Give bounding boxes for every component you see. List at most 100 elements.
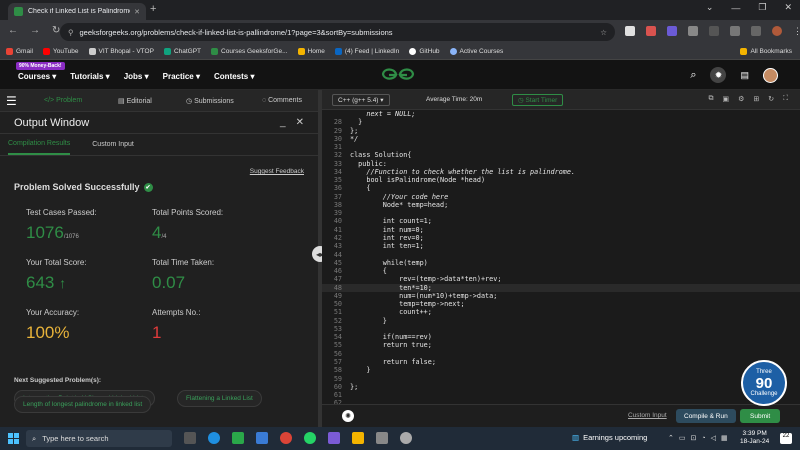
hamburger-menu-icon[interactable]: ☰ bbox=[6, 94, 17, 108]
site-info-icon[interactable]: ⚲ bbox=[68, 28, 74, 37]
close-tab-icon[interactable]: ✕ bbox=[134, 8, 140, 16]
fullscreen-icon[interactable]: ⛶ bbox=[783, 95, 788, 103]
bookmark-linkedin[interactable]: (4) Feed | LinkedIn bbox=[334, 48, 399, 55]
tab-comments[interactable]: ◌ Comments bbox=[262, 97, 302, 104]
chrome-icon[interactable] bbox=[280, 432, 292, 444]
code-line[interactable]: 35 bool isPalindrome(Node *head) bbox=[322, 176, 800, 184]
code-line[interactable]: 49 num=(num*10)+temp->data; bbox=[322, 292, 800, 300]
bookmark-active-courses[interactable]: Active Courses bbox=[449, 48, 503, 55]
code-line[interactable]: 29}; bbox=[322, 127, 800, 135]
battery-icon[interactable]: ▭ bbox=[679, 434, 686, 442]
minimize-icon[interactable]: — bbox=[731, 3, 740, 13]
code-line[interactable]: 30 */ bbox=[322, 135, 800, 143]
bookmark-star-icon[interactable]: ☆ bbox=[600, 28, 607, 37]
code-line[interactable]: 50 temp=temp->next; bbox=[322, 300, 800, 308]
reset-icon[interactable]: ↻ bbox=[768, 95, 774, 103]
volume-icon[interactable]: ◁ bbox=[711, 434, 716, 442]
keyboard-icon[interactable]: ▦ bbox=[721, 434, 728, 442]
vscode-icon[interactable] bbox=[328, 432, 340, 444]
code-line[interactable]: 51 count++; bbox=[322, 308, 800, 316]
menu-contests[interactable]: Contests ▾ bbox=[214, 72, 254, 81]
file-explorer-icon[interactable] bbox=[352, 432, 364, 444]
bookmark-chatgpt[interactable]: ChatGPT bbox=[163, 48, 201, 55]
bookmark-gfg-courses[interactable]: Courses GeeksforGe... bbox=[211, 48, 288, 55]
code-line[interactable]: 31 bbox=[322, 143, 800, 151]
extension-icon[interactable] bbox=[646, 26, 656, 36]
code-line[interactable]: 33 public: bbox=[322, 160, 800, 168]
weather-widget[interactable]: ▥ Earnings upcoming bbox=[572, 433, 647, 442]
avatar[interactable] bbox=[763, 67, 778, 83]
code-line[interactable]: 60}; bbox=[322, 383, 800, 391]
windows-start-icon[interactable] bbox=[8, 433, 19, 444]
code-line[interactable]: 61 bbox=[322, 391, 800, 399]
chevron-down-icon[interactable]: ⌄ bbox=[706, 2, 714, 13]
challenge-badge[interactable]: Three 90 Challenge bbox=[741, 360, 787, 406]
all-bookmarks[interactable]: All Bookmarks bbox=[740, 48, 792, 55]
bookmark-github[interactable]: GitHub bbox=[409, 48, 440, 55]
menu-courses[interactable]: Courses ▾ bbox=[18, 72, 56, 81]
forward-icon[interactable]: → bbox=[30, 25, 40, 36]
bookmark-gmail[interactable]: Gmail bbox=[6, 48, 33, 55]
tab-problem[interactable]: </> Problem bbox=[44, 97, 82, 104]
code-line[interactable]: 45 while(temp) bbox=[322, 259, 800, 267]
code-line[interactable]: 56 bbox=[322, 350, 800, 358]
maximize-icon[interactable]: ❐ bbox=[758, 2, 766, 13]
puzzle-icon[interactable] bbox=[688, 26, 698, 36]
menu-jobs[interactable]: Jobs ▾ bbox=[124, 72, 149, 81]
code-line[interactable]: 53 bbox=[322, 325, 800, 333]
code-area[interactable]: next = NULL; 28 } 29}; 30 */31 32 class Soluti… bbox=[322, 110, 800, 404]
expand-icon[interactable]: ⊞ bbox=[753, 95, 759, 103]
store-icon[interactable] bbox=[256, 432, 268, 444]
search-icon[interactable]: ⌕ bbox=[690, 69, 696, 82]
wifi-icon[interactable]: ◔ bbox=[701, 435, 705, 442]
extension-icon[interactable] bbox=[667, 26, 677, 36]
promo-badge[interactable]: 90% Money-Back! bbox=[16, 62, 65, 70]
suggested-problem-chip[interactable]: Length of longest palindrome in linked l… bbox=[14, 396, 152, 413]
language-select[interactable]: C++ (g++ 5.4) ▾ bbox=[332, 94, 390, 106]
notes-icon[interactable]: ▤ bbox=[740, 70, 749, 81]
extension-icon[interactable] bbox=[625, 26, 635, 36]
code-line[interactable]: 39 bbox=[322, 209, 800, 217]
custom-input-link[interactable]: Custom Input bbox=[628, 412, 667, 419]
edge-icon[interactable] bbox=[208, 432, 220, 444]
code-line[interactable]: 47 rev=(temp->data*ten)+rev; bbox=[322, 275, 800, 283]
code-line[interactable]: 40 int count=1; bbox=[322, 217, 800, 225]
bookmark-vtop[interactable]: VIT Bhopal - VTOP bbox=[88, 48, 154, 55]
back-icon[interactable]: ← bbox=[8, 25, 18, 36]
code-line[interactable]: 42 int rev=0; bbox=[322, 234, 800, 242]
code-line[interactable]: 44 bbox=[322, 251, 800, 259]
terminal-icon[interactable] bbox=[376, 432, 388, 444]
copy-icon[interactable]: ⧉ bbox=[708, 95, 713, 103]
excel-icon[interactable] bbox=[232, 432, 244, 444]
menu-dots-icon[interactable]: ⋮ bbox=[793, 26, 800, 36]
profile-icon[interactable] bbox=[772, 26, 782, 36]
code-line[interactable]: 28 } bbox=[322, 118, 800, 126]
new-tab-icon[interactable]: + bbox=[150, 3, 156, 15]
whatsapp-icon[interactable] bbox=[304, 432, 316, 444]
submit-button[interactable]: Submit bbox=[740, 409, 781, 423]
settings-icon[interactable]: ⚙ bbox=[738, 95, 744, 103]
suggested-problem-chip[interactable]: Flattening a Linked List bbox=[177, 390, 262, 407]
sidepanel-icon[interactable] bbox=[751, 26, 761, 36]
code-line[interactable]: 34 //Function to check whether the list … bbox=[322, 168, 800, 176]
theme-toggle-icon[interactable]: ✹ bbox=[710, 67, 727, 83]
code-line[interactable]: 36 { bbox=[322, 184, 800, 192]
url-bar[interactable]: ⚲ geeksforgeeks.org/problems/check-if-li… bbox=[60, 23, 615, 41]
browser-tab[interactable]: Check if Linked List is Palindrome ✕ bbox=[8, 3, 146, 20]
close-icon[interactable]: ✕ bbox=[296, 117, 304, 128]
tab-compilation-results[interactable]: Compilation Results bbox=[8, 134, 71, 155]
notification-badge[interactable]: 22 bbox=[780, 433, 792, 444]
menu-tutorials[interactable]: Tutorials ▾ bbox=[70, 72, 109, 81]
code-line[interactable]: 55 return true; bbox=[322, 341, 800, 349]
chevron-up-icon[interactable]: ⌃ bbox=[668, 434, 674, 442]
download-icon[interactable] bbox=[730, 26, 740, 36]
code-line[interactable]: 41 int num=0; bbox=[322, 226, 800, 234]
code-line[interactable]: 52 } bbox=[322, 317, 800, 325]
network-icon[interactable]: ⊡ bbox=[691, 434, 697, 442]
code-line[interactable]: 37 //Your code here bbox=[322, 193, 800, 201]
close-window-icon[interactable]: ✕ bbox=[784, 2, 792, 13]
gfg-logo[interactable] bbox=[380, 66, 416, 82]
taskbar-search[interactable]: ⌕ Type here to search bbox=[26, 430, 172, 447]
code-line[interactable]: 38 Node* temp=head; bbox=[322, 201, 800, 209]
task-view-icon[interactable] bbox=[184, 432, 196, 444]
